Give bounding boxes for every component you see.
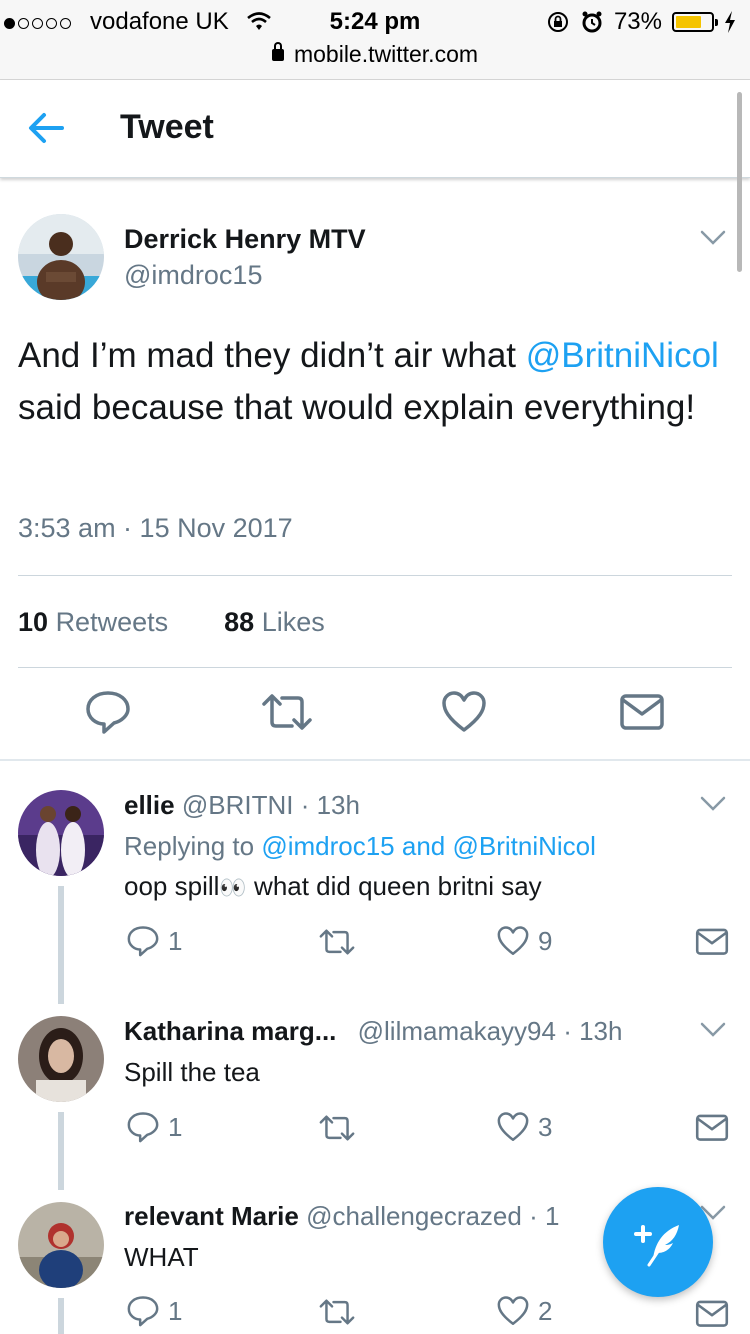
reply-text-part: what did queen britni say xyxy=(246,871,542,901)
replying-to-links[interactable]: @imdroc15 and @BritniNicol xyxy=(261,831,596,861)
reply-text: WHAT xyxy=(124,1242,199,1272)
reply-icon xyxy=(127,1296,159,1327)
status-bar: vodafone UK 5:24 pm 73% mobile.twitter.c… xyxy=(0,0,750,80)
divider xyxy=(18,667,732,668)
replying-to-prefix: Replying to xyxy=(124,831,262,861)
eyes-emoji: 👀 xyxy=(219,875,247,900)
mention-link[interactable]: @BritniNicol xyxy=(526,336,719,375)
compose-tweet-icon xyxy=(634,1225,679,1267)
reply-count: 1 xyxy=(168,1111,183,1142)
avatar[interactable] xyxy=(18,214,104,300)
dm-icon[interactable] xyxy=(695,924,729,958)
battery-percent: 73% xyxy=(613,8,662,35)
retweets-label: Retweets xyxy=(55,607,169,637)
reply-author-name: relevant Marie xyxy=(124,1201,299,1231)
section-divider xyxy=(0,759,750,761)
reply-button[interactable]: 1 xyxy=(126,1294,182,1328)
dm-icon[interactable] xyxy=(695,1110,729,1144)
reply-time: · 1 xyxy=(529,1201,560,1231)
reply-count: 1 xyxy=(168,925,183,956)
chevron-down-icon[interactable] xyxy=(700,1022,726,1038)
reply-author-handle: @challengecrazed xyxy=(306,1201,522,1231)
battery-icon xyxy=(672,12,718,32)
like-button[interactable]: 2 xyxy=(496,1294,552,1328)
back-arrow-icon[interactable] xyxy=(26,110,66,146)
like-count: 9 xyxy=(538,925,553,956)
reply-author-handle: @lilmamakayy94 xyxy=(357,1016,556,1046)
retweet-icon[interactable] xyxy=(318,1111,356,1145)
reply-button[interactable]: 1 xyxy=(126,1110,182,1144)
reply-icon xyxy=(127,1112,159,1143)
tweet-text-part: And I’m mad they didn’t air what xyxy=(18,336,526,375)
reply-icon xyxy=(127,926,159,957)
avatar[interactable] xyxy=(18,790,104,876)
reply-button[interactable]: 1 xyxy=(126,924,182,958)
likes-label: Likes xyxy=(261,607,325,637)
thread-line xyxy=(58,886,64,1004)
replying-to: Replying to @imdroc15 and @BritniNicol xyxy=(124,831,596,862)
like-button[interactable]: 3 xyxy=(496,1110,552,1144)
reply-header[interactable]: Katharina marg... @lilmamakayy94 · 13h xyxy=(124,1016,622,1047)
like-icon xyxy=(497,926,529,955)
tweet-author-name[interactable]: Derrick Henry MTV xyxy=(124,224,366,255)
reply-author-name: ellie xyxy=(124,790,175,820)
rotation-lock-icon xyxy=(547,12,568,32)
reply-header[interactable]: relevant Marie @challengecrazed · 1 xyxy=(124,1201,559,1232)
charging-bolt-icon xyxy=(725,11,735,33)
retweets-stat[interactable]: 10 Retweets xyxy=(18,607,168,638)
dm-icon[interactable] xyxy=(619,688,665,734)
compose-tweet-button[interactable] xyxy=(603,1187,713,1297)
reply-text: oop spill👀 what did queen britni say xyxy=(124,871,542,902)
tweet-stats: 10 Retweets 88 Likes xyxy=(18,607,325,638)
retweet-icon[interactable] xyxy=(318,1295,356,1329)
tweet-author-handle[interactable]: @imdroc15 xyxy=(124,260,262,291)
reply-author-handle: @BRITNI xyxy=(181,790,294,820)
reply-header[interactable]: ellie @BRITNI · 13h xyxy=(124,790,360,821)
reply-icon[interactable] xyxy=(84,688,132,736)
tweet-timestamp[interactable]: 3:53 am · 15 Nov 2017 xyxy=(18,513,293,544)
thread-line xyxy=(58,1112,64,1190)
retweets-count: 10 xyxy=(18,607,49,637)
divider xyxy=(18,575,732,576)
tweet-actions xyxy=(0,688,750,744)
chevron-down-icon[interactable] xyxy=(700,796,726,812)
url-text: mobile.twitter.com xyxy=(293,41,479,67)
avatar[interactable] xyxy=(18,1202,104,1288)
reply-time: · 13h xyxy=(300,790,360,820)
tweet-text-part: said because that would explain everythi… xyxy=(18,388,696,427)
retweet-icon[interactable] xyxy=(318,925,356,959)
reply-time: · 13h xyxy=(563,1016,623,1046)
like-icon xyxy=(497,1112,529,1141)
like-count: 2 xyxy=(538,1295,553,1326)
reply-text-part: oop spill xyxy=(124,871,220,901)
lock-icon xyxy=(271,42,284,61)
scrollbar[interactable] xyxy=(737,92,742,272)
like-button[interactable]: 9 xyxy=(496,924,552,958)
retweet-icon[interactable] xyxy=(260,688,314,736)
like-icon xyxy=(497,1296,529,1325)
like-icon[interactable] xyxy=(440,688,488,736)
reply-count: 1 xyxy=(168,1295,183,1326)
address-bar[interactable]: mobile.twitter.com xyxy=(0,41,750,68)
reply-author-name: Katharina marg... xyxy=(124,1016,337,1046)
likes-stat[interactable]: 88 Likes xyxy=(224,607,325,638)
like-count: 3 xyxy=(538,1111,553,1142)
dm-icon[interactable] xyxy=(695,1296,729,1330)
chevron-down-icon[interactable] xyxy=(700,230,726,246)
page-header: Tweet xyxy=(0,80,750,178)
page-title: Tweet xyxy=(120,108,214,146)
avatar[interactable] xyxy=(18,1016,104,1102)
alarm-icon xyxy=(582,11,602,33)
tweet-text: And I’m mad they didn’t air what @Britni… xyxy=(18,330,728,434)
likes-count: 88 xyxy=(224,607,255,637)
thread-line xyxy=(58,1298,64,1334)
reply-text: Spill the tea xyxy=(124,1057,260,1087)
